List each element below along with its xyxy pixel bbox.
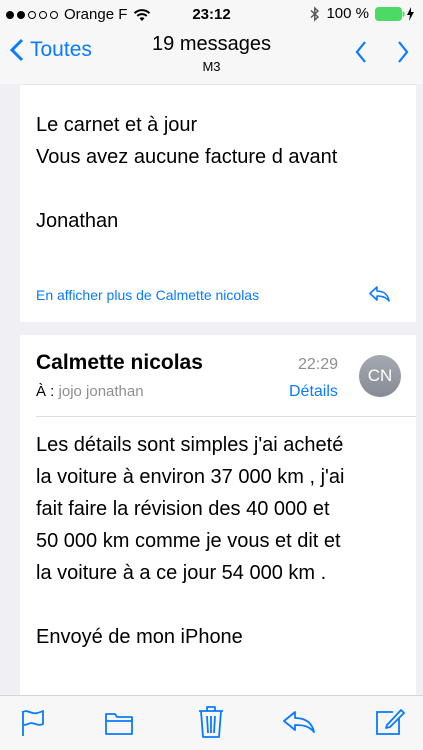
- status-bar: Orange F 23:12 100 %: [0, 0, 423, 28]
- navigation-bar: Toutes 19 messages M3: [0, 28, 423, 84]
- header-divider: [36, 416, 416, 417]
- previous-message-body: Le carnet et à jour Vous avez aucune fac…: [36, 109, 337, 237]
- message-line: fait faire la révision des 40 000 et: [36, 498, 330, 520]
- message-line: 50 000 km comme je vous et dit et: [36, 530, 341, 552]
- message-card: Calmette nicolas À : jojo jonathan 22:29…: [20, 335, 416, 695]
- compose-icon[interactable]: [373, 706, 405, 738]
- show-more-link[interactable]: En afficher plus de Calmette nicolas: [36, 287, 259, 303]
- message-line: Les détails sont simples j'ai acheté: [36, 434, 344, 456]
- reply-icon[interactable]: [282, 710, 316, 734]
- sender-name: Calmette nicolas: [36, 351, 203, 374]
- status-right: 100 %: [310, 5, 417, 22]
- message-line: la voiture à a ce jour 54 000 km .: [36, 562, 327, 584]
- bluetooth-icon: [310, 5, 320, 22]
- bottom-toolbar: [0, 695, 423, 750]
- next-message-icon[interactable]: [397, 40, 409, 64]
- battery-icon: [375, 6, 414, 21]
- message-time: 22:29: [298, 356, 339, 373]
- recipient-name[interactable]: jojo jonathan: [59, 383, 144, 400]
- recipient-line: À : jojo jonathan: [36, 383, 144, 400]
- message-nav-arrows: [355, 40, 409, 64]
- flag-icon[interactable]: [20, 708, 46, 738]
- message-line: Le carnet et à jour: [36, 114, 198, 136]
- battery-percent: 100 %: [326, 5, 369, 22]
- message-line: Vous avez aucune facture d avant: [36, 146, 338, 168]
- details-link[interactable]: Détails: [289, 383, 338, 401]
- message-line: Jonathan: [36, 210, 119, 232]
- message-line: la voiture à environ 37 000 km , j'ai: [36, 466, 345, 488]
- reply-icon[interactable]: [368, 285, 390, 303]
- message-body: Les détails sont simples j'ai acheté la …: [36, 429, 344, 653]
- previous-message-icon[interactable]: [355, 40, 367, 64]
- folder-icon[interactable]: [104, 710, 134, 736]
- signature-line: Envoyé de mon iPhone: [36, 626, 243, 648]
- previous-message-card: Le carnet et à jour Vous avez aucune fac…: [20, 84, 416, 322]
- to-label: À :: [36, 383, 55, 400]
- trash-icon[interactable]: [197, 705, 225, 739]
- avatar[interactable]: CN: [359, 355, 401, 397]
